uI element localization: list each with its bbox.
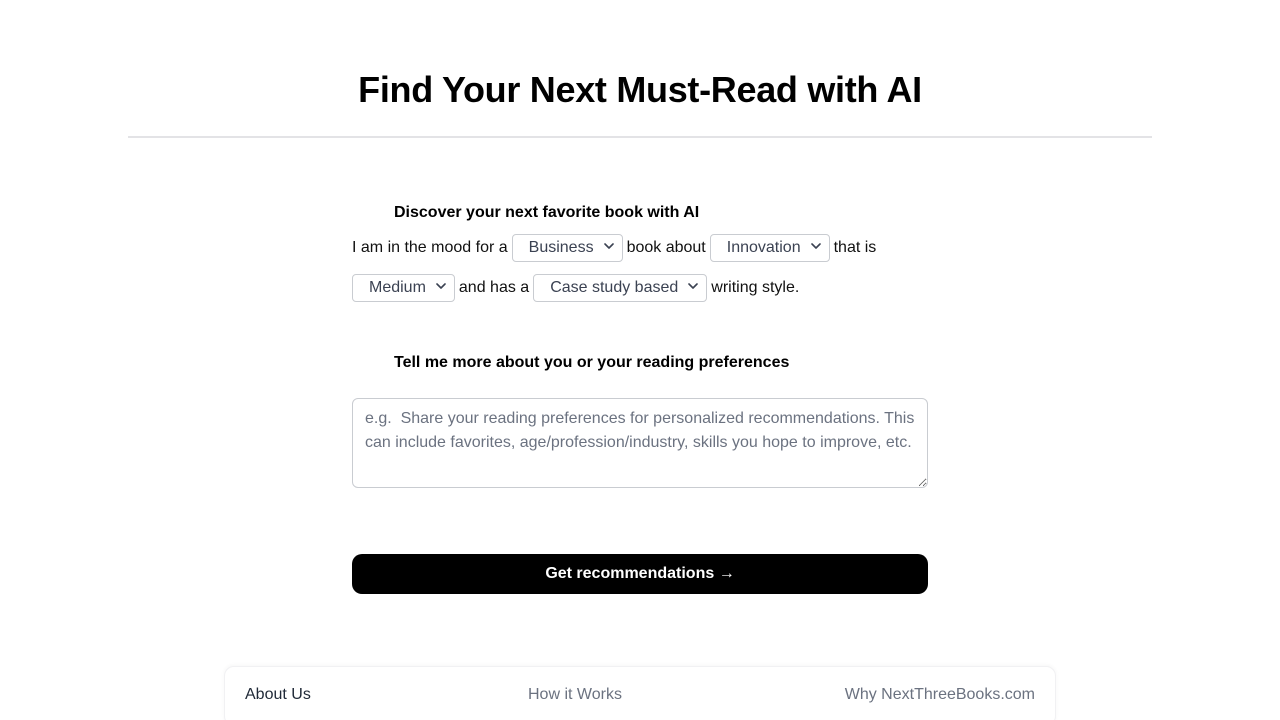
page-title: Find Your Next Must-Read with AI bbox=[358, 69, 922, 110]
mood-sentence-line-1: I am in the mood for a Business book abo… bbox=[352, 233, 928, 263]
discover-heading: Discover your next favorite book with AI bbox=[394, 204, 700, 221]
header-divider bbox=[128, 136, 1152, 138]
mood-sentence-line-2: Medium and has a Case study based writin… bbox=[352, 273, 928, 303]
style-select[interactable]: Case study based bbox=[533, 274, 708, 302]
chevron-down-icon bbox=[436, 282, 446, 290]
footer-link-about-us[interactable]: About Us bbox=[245, 686, 311, 704]
footer-link-how-it-works[interactable]: How it Works bbox=[528, 686, 622, 704]
style-select-value: Case study based bbox=[550, 279, 679, 296]
length-select-value: Medium bbox=[369, 279, 426, 296]
preferences-heading: Tell me more about you or your reading p… bbox=[394, 354, 790, 371]
topic-select-value: Innovation bbox=[726, 239, 801, 256]
chevron-down-icon bbox=[810, 242, 821, 250]
mood-text-1: I am in the mood for a bbox=[352, 239, 508, 256]
genre-select-value: Business bbox=[528, 239, 594, 256]
length-select[interactable]: Medium bbox=[352, 274, 455, 302]
footer-nav: About Us How it Works Why NextThreeBooks… bbox=[224, 666, 1056, 720]
footer-link-why-nextthreebooks[interactable]: Why NextThreeBooks.com bbox=[845, 686, 1035, 704]
mood-text-3: that is bbox=[833, 239, 877, 256]
get-recommendations-button[interactable]: Get recommendations → bbox=[352, 554, 928, 594]
preferences-textarea[interactable] bbox=[353, 399, 927, 487]
chevron-down-icon bbox=[688, 282, 699, 290]
chevron-down-icon bbox=[603, 242, 614, 250]
topic-select[interactable]: Innovation bbox=[709, 234, 830, 262]
mood-text-5: writing style. bbox=[711, 279, 800, 296]
mood-text-2: book about bbox=[626, 239, 706, 256]
page: Find Your Next Must-Read with AI Discove… bbox=[0, 0, 1280, 720]
mood-text-4: and has a bbox=[458, 279, 530, 296]
genre-select[interactable]: Business bbox=[511, 234, 623, 262]
preferences-textarea-container bbox=[352, 398, 928, 488]
